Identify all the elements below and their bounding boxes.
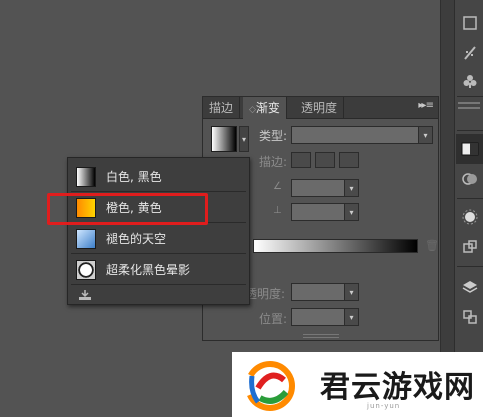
- tab-gradient[interactable]: ◇渐变: [243, 97, 287, 119]
- tab-stroke[interactable]: 描边: [203, 97, 241, 119]
- stroke-across-button[interactable]: [339, 152, 359, 168]
- stroke-within-button[interactable]: [291, 152, 311, 168]
- trash-icon[interactable]: 🗑: [425, 239, 439, 252]
- angle-select[interactable]: ▾: [291, 179, 359, 197]
- faded-sky-gradient-swatch: [76, 228, 96, 249]
- vignette-gradient-swatch: [76, 259, 96, 280]
- panel-menu-icon[interactable]: ▸▸ ≡: [418, 100, 434, 111]
- brushes-icon[interactable]: [456, 38, 483, 68]
- panel-tab-bar: 描边 ◇渐变 透明度 ▸▸ ≡: [203, 97, 438, 119]
- preset-item-super-soft-vignette[interactable]: 超柔化黑色晕影: [71, 255, 246, 285]
- gradient-swatch[interactable]: [211, 126, 237, 152]
- watermark-text: 君云游戏网: [320, 370, 475, 405]
- location-select[interactable]: ▾: [291, 308, 359, 326]
- opacity-label: 透明度:: [245, 287, 286, 301]
- location-label: 位置:: [259, 312, 288, 326]
- gradient-panel-icon[interactable]: [456, 134, 483, 164]
- chevron-down-icon: ▾: [344, 309, 358, 325]
- opacity-select[interactable]: ▾: [291, 283, 359, 301]
- transparency-icon[interactable]: [456, 164, 483, 194]
- graphic-styles-icon[interactable]: [456, 232, 483, 262]
- white-black-gradient-swatch: [76, 166, 96, 187]
- stroke-along-button[interactable]: [315, 152, 335, 168]
- aspect-ratio-icon: ⊥: [273, 205, 282, 216]
- chevron-down-icon: ▾: [344, 204, 358, 220]
- gradient-slider[interactable]: [253, 239, 418, 253]
- gradient-preset-list: 白色, 黑色 橙色, 黄色 褪色的天空 超柔化黑色晕影: [67, 157, 250, 305]
- watermark-banner: 君云游戏网 jun-yun: [232, 352, 483, 417]
- appearance-icon[interactable]: [456, 202, 483, 232]
- chevron-down-icon: ▾: [418, 127, 432, 143]
- type-select[interactable]: ▾: [291, 126, 433, 144]
- angle-icon: ∠: [273, 181, 282, 192]
- watermark-subtext: jun-yun: [367, 402, 401, 410]
- aspect-select[interactable]: ▾: [291, 203, 359, 221]
- stroke-label: 描边:: [259, 155, 288, 169]
- watermark-logo-icon: [245, 361, 295, 411]
- swatch-panel-icon[interactable]: [456, 8, 483, 38]
- type-label: 类型:: [259, 129, 288, 143]
- preset-dropdown-caret[interactable]: ▾: [239, 126, 249, 152]
- chevron-down-icon: ▾: [344, 284, 358, 300]
- annotation-highlight-box: [47, 193, 208, 225]
- artboards-icon[interactable]: [456, 302, 483, 332]
- panel-resize-grip[interactable]: [303, 334, 339, 338]
- tab-expand-icon: ◇: [249, 105, 256, 115]
- symbols-icon[interactable]: [456, 66, 483, 96]
- preset-item-white-black[interactable]: 白色, 黑色: [71, 162, 246, 192]
- layers-icon[interactable]: [456, 272, 483, 302]
- save-preset-icon[interactable]: [78, 289, 92, 304]
- tab-transparency[interactable]: 透明度: [295, 97, 345, 119]
- preset-item-faded-sky[interactable]: 褪色的天空: [71, 224, 246, 254]
- chevron-down-icon: ▾: [344, 180, 358, 196]
- panel-group-grip[interactable]: [458, 102, 480, 109]
